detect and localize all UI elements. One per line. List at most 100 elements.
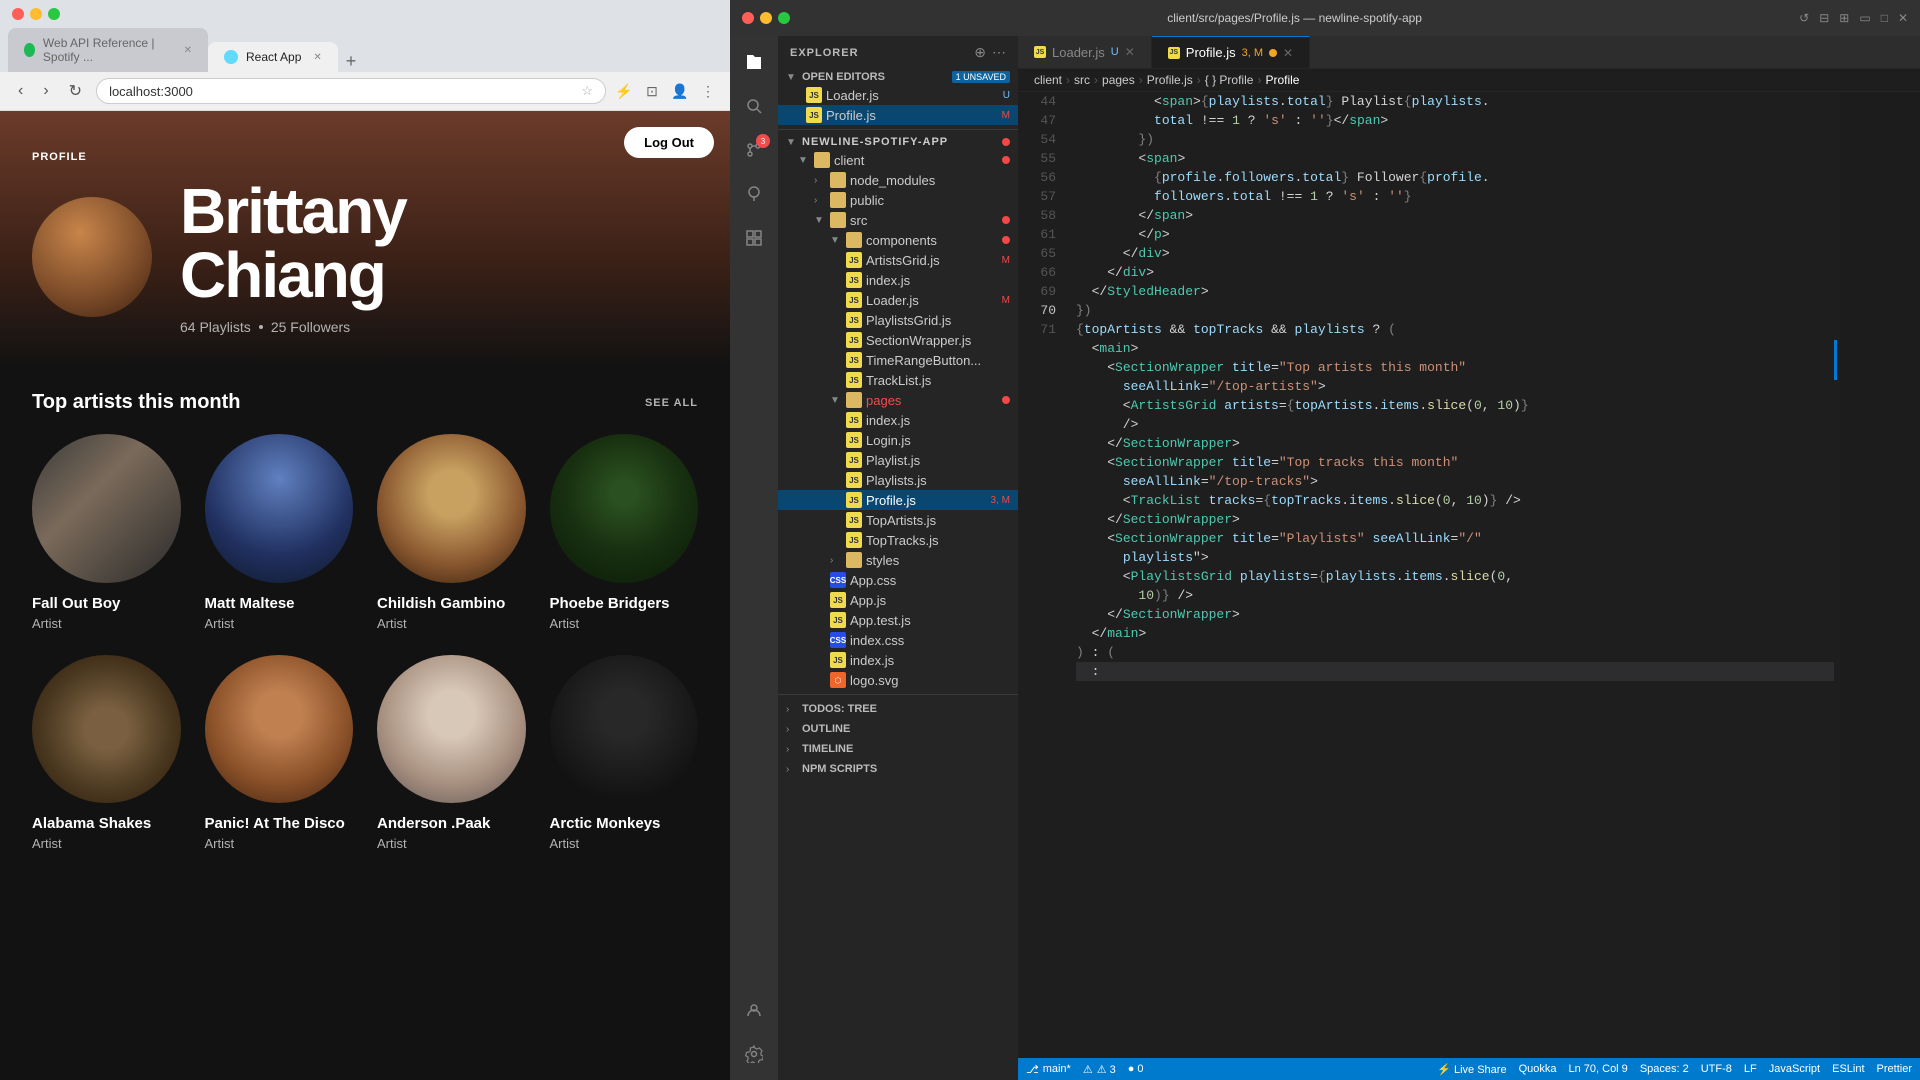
capture-icon[interactable]: ⊡ xyxy=(642,81,662,101)
root-file[interactable]: ⬡ logo.svg xyxy=(778,670,1018,690)
extensions-icon[interactable]: ⚡ xyxy=(614,81,634,101)
outline-header[interactable]: › OUTLINE xyxy=(778,719,1018,739)
artist-card[interactable]: Phoebe Bridgers Artist xyxy=(550,434,699,631)
status-warnings[interactable]: ● 0 xyxy=(1128,1063,1144,1076)
vscode-refresh-icon[interactable]: ↺ xyxy=(1799,11,1809,25)
page-file[interactable]: JS index.js xyxy=(778,410,1018,430)
activity-source-control[interactable]: 3 xyxy=(736,132,772,168)
open-editors-header[interactable]: ▼ OPEN EDITORS 1 UNSAVED xyxy=(778,69,1018,85)
activity-extensions[interactable] xyxy=(736,220,772,256)
see-all-button[interactable]: SEE ALL xyxy=(645,397,698,409)
status-prettier[interactable]: Prettier xyxy=(1877,1063,1912,1076)
tab-spotify-close[interactable]: ✕ xyxy=(184,45,192,56)
pages-folder[interactable]: ▼ pages xyxy=(778,390,1018,410)
component-file[interactable]: JS ArtistsGrid.js M xyxy=(778,250,1018,270)
open-file-profile[interactable]: JS Profile.js M xyxy=(778,105,1018,125)
activity-debug[interactable] xyxy=(736,176,772,212)
vscode-tl-yellow[interactable] xyxy=(760,12,772,24)
traffic-light-green[interactable] xyxy=(48,8,60,20)
root-file[interactable]: JS App.test.js xyxy=(778,610,1018,630)
editor-tab-profile[interactable]: JS Profile.js 3, M ✕ xyxy=(1152,36,1310,68)
activity-search[interactable] xyxy=(736,88,772,124)
styles-folder[interactable]: › styles xyxy=(778,550,1018,570)
node-modules-folder[interactable]: › node_modules xyxy=(778,170,1018,190)
page-file[interactable]: JS TopArtists.js xyxy=(778,510,1018,530)
code-content[interactable]: <span>{playlists.total} Playlist{playlis… xyxy=(1068,92,1834,1058)
page-file[interactable]: JS Playlists.js xyxy=(778,470,1018,490)
activity-explorer[interactable] xyxy=(736,44,772,80)
root-file[interactable]: CSS index.css xyxy=(778,630,1018,650)
editor-tab-loader[interactable]: JS Loader.js U ✕ xyxy=(1018,36,1152,68)
breadcrumb-profile-ref[interactable]: Profile xyxy=(1265,73,1299,87)
back-button[interactable]: ‹ xyxy=(12,80,29,102)
new-tab-button[interactable]: + xyxy=(338,51,365,72)
page-file[interactable]: JS Profile.js 3, M xyxy=(778,490,1018,510)
vscode-layout-icon[interactable]: ⊟ xyxy=(1819,11,1829,25)
vscode-minimize-icon[interactable]: ▭ xyxy=(1859,11,1870,25)
profile-icon[interactable]: 👤 xyxy=(670,81,690,101)
status-ln-col[interactable]: Ln 70, Col 9 xyxy=(1568,1063,1627,1076)
log-out-button[interactable]: Log Out xyxy=(624,127,714,158)
vscode-maximize-icon[interactable]: □ xyxy=(1881,11,1888,25)
bookmark-icon[interactable]: ☆ xyxy=(581,83,593,99)
component-file[interactable]: JS TimeRangeButton... xyxy=(778,350,1018,370)
forward-button[interactable]: › xyxy=(37,80,54,102)
status-eslint[interactable]: ESLint xyxy=(1832,1063,1864,1076)
artist-card[interactable]: Childish Gambino Artist xyxy=(377,434,526,631)
activity-avatar[interactable] xyxy=(736,992,772,1028)
loader-tab-close[interactable]: ✕ xyxy=(1125,45,1135,59)
public-folder[interactable]: › public xyxy=(778,190,1018,210)
artist-card[interactable]: Fall Out Boy Artist xyxy=(32,434,181,631)
tab-react[interactable]: React App ✕ xyxy=(208,42,338,72)
tab-spotify[interactable]: Web API Reference | Spotify ... ✕ xyxy=(8,28,208,72)
status-spaces[interactable]: Spaces: 2 xyxy=(1640,1063,1689,1076)
status-encoding[interactable]: UTF-8 xyxy=(1701,1063,1732,1076)
status-language[interactable]: JavaScript xyxy=(1769,1063,1820,1076)
artist-card[interactable]: Panic! At The Disco Artist xyxy=(205,655,354,852)
status-branch[interactable]: ⎇ main* xyxy=(1026,1063,1071,1076)
vscode-split-icon[interactable]: ⊞ xyxy=(1839,11,1849,25)
src-folder[interactable]: ▼ src xyxy=(778,210,1018,230)
component-file[interactable]: JS PlaylistsGrid.js xyxy=(778,310,1018,330)
root-file[interactable]: JS App.js xyxy=(778,590,1018,610)
artist-card[interactable]: Alabama Shakes Artist xyxy=(32,655,181,852)
menu-icon[interactable]: ⋮ xyxy=(698,81,718,101)
root-file[interactable]: CSS App.css xyxy=(778,570,1018,590)
tab-react-close[interactable]: ✕ xyxy=(313,52,321,63)
component-file[interactable]: JS Loader.js M xyxy=(778,290,1018,310)
vscode-close-icon[interactable]: ✕ xyxy=(1898,11,1908,25)
address-bar[interactable]: localhost:3000 ☆ xyxy=(96,78,606,104)
page-file[interactable]: JS TopTracks.js xyxy=(778,530,1018,550)
sidebar-new-file[interactable]: ⊕ xyxy=(974,44,986,61)
breadcrumb-pages[interactable]: pages xyxy=(1102,73,1135,87)
open-file-loader[interactable]: JS Loader.js U xyxy=(778,85,1018,105)
breadcrumb-client[interactable]: client xyxy=(1034,73,1062,87)
component-file[interactable]: JS TrackList.js xyxy=(778,370,1018,390)
page-file[interactable]: JS Login.js xyxy=(778,430,1018,450)
breadcrumb-profile-component[interactable]: { } Profile xyxy=(1205,73,1254,87)
components-folder[interactable]: ▼ components xyxy=(778,230,1018,250)
component-file[interactable]: JS index.js xyxy=(778,270,1018,290)
page-file[interactable]: JS Playlist.js xyxy=(778,450,1018,470)
traffic-light-red[interactable] xyxy=(12,8,24,20)
artist-card[interactable]: Anderson .Paak Artist xyxy=(377,655,526,852)
status-errors[interactable]: ⚠ ⚠ 3 xyxy=(1083,1063,1116,1076)
artist-card[interactable]: Matt Maltese Artist xyxy=(205,434,354,631)
status-live-share[interactable]: ⚡ Live Share xyxy=(1437,1063,1506,1076)
project-root-header[interactable]: ▼ NEWLINE-SPOTIFY-APP xyxy=(778,134,1018,150)
component-file[interactable]: JS SectionWrapper.js xyxy=(778,330,1018,350)
status-quokka[interactable]: Quokka xyxy=(1519,1063,1557,1076)
reload-button[interactable]: ↻ xyxy=(63,79,88,103)
npm-scripts-header[interactable]: › NPM SCRIPTS xyxy=(778,759,1018,779)
sidebar-more[interactable]: ⋯ xyxy=(992,44,1006,61)
root-file[interactable]: JS index.js xyxy=(778,650,1018,670)
profile-tab-close[interactable]: ✕ xyxy=(1283,46,1293,60)
timeline-header[interactable]: › TIMELINE xyxy=(778,739,1018,759)
vscode-tl-green[interactable] xyxy=(778,12,790,24)
status-lf[interactable]: LF xyxy=(1744,1063,1757,1076)
traffic-light-yellow[interactable] xyxy=(30,8,42,20)
client-folder[interactable]: ▼ client xyxy=(778,150,1018,170)
vscode-tl-red[interactable] xyxy=(742,12,754,24)
breadcrumb-src[interactable]: src xyxy=(1074,73,1090,87)
activity-settings[interactable] xyxy=(736,1036,772,1072)
